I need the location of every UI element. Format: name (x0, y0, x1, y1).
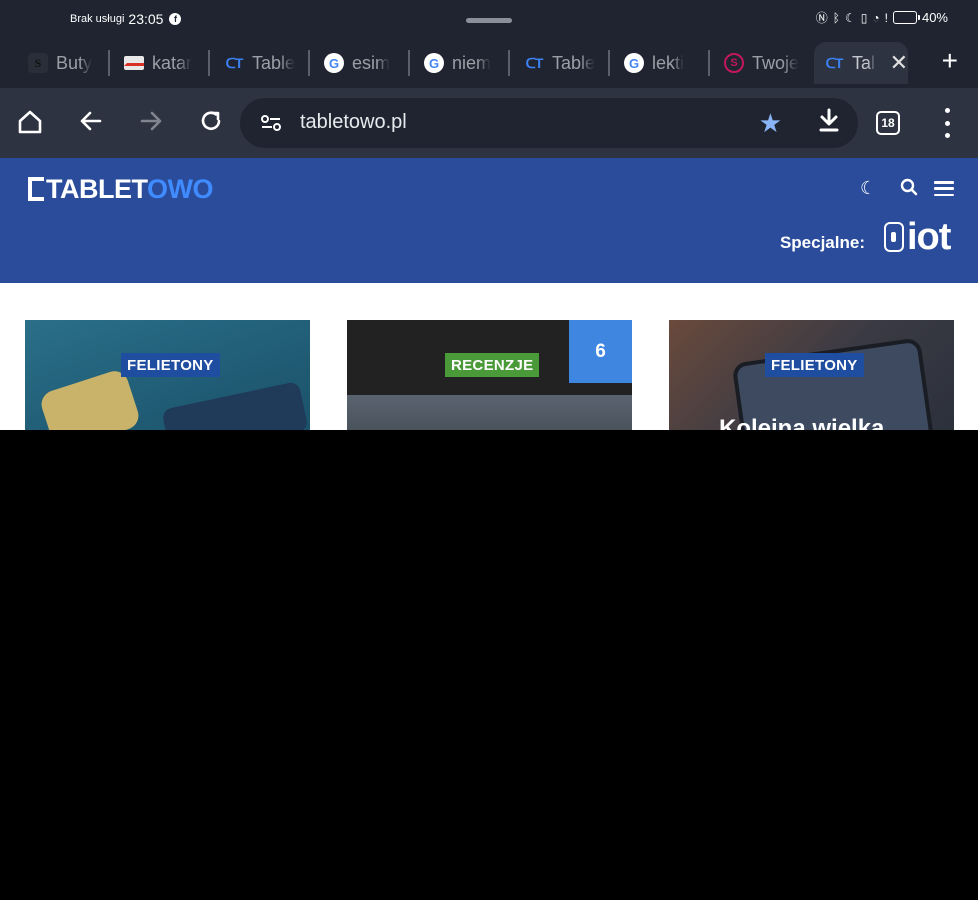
blank-area (0, 430, 978, 900)
url-text[interactable]: tabletowo.pl (300, 111, 407, 134)
site-settings-icon[interactable] (260, 112, 282, 134)
tab-3[interactable]: ᑕT Table (214, 42, 306, 84)
browser-toolbar: tabletowo.pl ★ 18 (0, 88, 978, 158)
logo-text: TABLETOWO (46, 173, 214, 204)
tab-label: Table (252, 52, 296, 73)
nfc-icon: Ⓝ (815, 10, 828, 25)
tab-label: Tal (852, 52, 876, 73)
drag-handle[interactable] (466, 18, 512, 23)
carrier-text: Brak usługi (70, 13, 125, 25)
reload-button[interactable] (198, 108, 224, 140)
google-icon: G (324, 53, 344, 73)
article-title[interactable]: Kolejna wielka (719, 415, 884, 430)
tab-7[interactable]: G lekti (614, 42, 706, 84)
tabletowo-icon: ᑕT (525, 54, 544, 71)
tab-label: Table (552, 52, 596, 73)
new-tab-button[interactable]: + (942, 47, 958, 75)
back-button[interactable] (78, 108, 104, 140)
search-icon[interactable] (900, 178, 918, 201)
tab-divider (508, 50, 510, 76)
address-bar[interactable]: tabletowo.pl ★ (240, 98, 858, 148)
bluetooth-icon: ᛒ (832, 10, 840, 25)
special-label: Specjalne: (779, 233, 865, 252)
facebook-notification-icon: f (169, 13, 182, 25)
tab-label: Buty (56, 52, 93, 73)
mail-icon (124, 56, 144, 70)
tab-divider (308, 50, 310, 76)
arrow-right-icon (140, 111, 162, 131)
tab-label: lekti (652, 52, 685, 73)
hamburger-menu-icon[interactable] (934, 181, 954, 196)
tab-1[interactable]: S Buty (18, 42, 106, 84)
comment-count-badge[interactable]: 6 (569, 320, 632, 383)
tab-4[interactable]: G esim (314, 42, 406, 84)
iot-special-link[interactable]: iot (884, 216, 951, 258)
tabletowo-icon: ᑕT (825, 54, 844, 71)
tab-6[interactable]: ᑕT Table (514, 42, 606, 84)
download-icon[interactable] (818, 107, 840, 140)
google-icon: G (424, 53, 444, 73)
reload-icon (201, 111, 221, 130)
home-button[interactable] (16, 108, 44, 142)
logo-mark-icon (28, 177, 44, 201)
tab-8[interactable]: S Twoje (714, 42, 806, 84)
forward-button[interactable] (138, 108, 164, 140)
arrow-left-icon (80, 111, 102, 131)
article-image-detail (161, 380, 309, 430)
clock: 23:05 (128, 11, 164, 27)
tab-5[interactable]: G niem (414, 42, 506, 84)
tab-divider (708, 50, 710, 76)
site-header: TABLETOWO ☾ Specjalne: iot (0, 158, 978, 283)
s-icon: S (28, 53, 48, 73)
category-badge[interactable]: FELIETONY (121, 353, 220, 377)
s-circle-icon: S (724, 53, 744, 73)
tab-divider (608, 50, 610, 76)
vibrate-icon: ▯ (860, 10, 868, 25)
article-grid: FELIETONY RECENZJE FELIETONY 6 Kolejna w… (0, 283, 978, 430)
tab-label: katar (152, 52, 193, 73)
browser-menu-button[interactable] (944, 108, 950, 138)
home-icon (18, 110, 42, 134)
alert-icon: ! (884, 10, 888, 25)
tab-divider (108, 50, 110, 76)
tab-strip: S Buty katar ᑕT Table G esim G niem ᑕT T… (0, 38, 978, 88)
status-bar: Brak usługi 23:05 f Ⓝ ᛒ ☾ ▯ ◔ ! 40% (0, 0, 978, 38)
tab-label: esim (352, 52, 391, 73)
close-tab-icon[interactable]: ✕ (890, 50, 908, 76)
tab-label: Twoje (752, 52, 800, 73)
tab-switcher-button[interactable]: 18 (876, 111, 900, 135)
status-left: Brak usługi 23:05 f (70, 11, 182, 27)
battery-percent: 40% (921, 10, 948, 25)
wifi-icon: ◔ (872, 10, 880, 25)
tab-divider (208, 50, 210, 76)
tab-2[interactable]: katar (114, 42, 206, 84)
category-badge[interactable]: FELIETONY (765, 353, 864, 377)
status-right: Ⓝ ᛒ ☾ ▯ ◔ ! 40% (816, 10, 948, 25)
iot-brand-text: iot (907, 216, 951, 258)
tab-divider (408, 50, 410, 76)
moon-icon: ☾ (845, 10, 856, 25)
google-icon: G (624, 53, 644, 73)
iot-device-icon (884, 222, 904, 252)
dark-mode-moon-icon[interactable]: ☾ (860, 178, 876, 199)
site-logo[interactable]: TABLETOWO (28, 173, 214, 204)
tab-active[interactable]: ᑕT Tal ✕ (814, 42, 908, 84)
tabletowo-icon: ᑕT (225, 54, 244, 71)
category-badge[interactable]: RECENZJE (445, 353, 540, 377)
article-image (347, 395, 632, 430)
bookmark-star-icon[interactable]: ★ (759, 108, 782, 139)
tab-label: niem (452, 52, 492, 73)
battery-icon (892, 11, 920, 24)
